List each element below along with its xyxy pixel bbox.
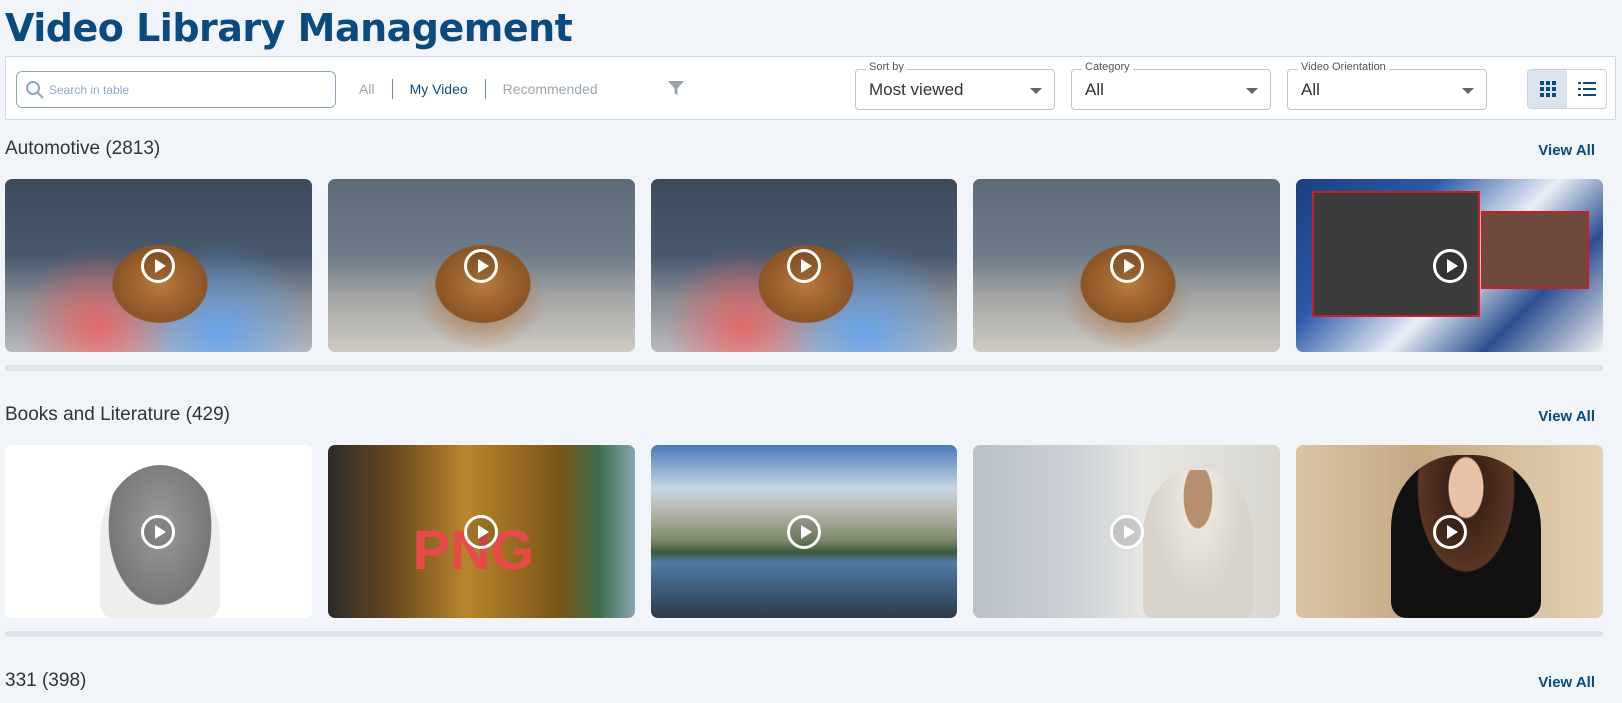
video-row-automotive: [5, 179, 1603, 352]
tab-divider: [391, 79, 393, 99]
video-card[interactable]: [650, 445, 958, 618]
play-icon[interactable]: [1432, 248, 1467, 283]
category-value: All: [1085, 80, 1104, 99]
grid-view-button[interactable]: [1528, 70, 1567, 108]
video-tabs: All My Video Recommended: [359, 77, 598, 101]
video-card[interactable]: [5, 179, 312, 352]
horizontal-scrollbar[interactable]: [5, 365, 1603, 371]
video-card[interactable]: [327, 179, 635, 352]
tab-my-video[interactable]: My Video: [410, 81, 468, 97]
video-row-books: PNG: [5, 445, 1603, 618]
filter-icon[interactable]: [666, 78, 686, 98]
tab-recommended[interactable]: Recommended: [503, 81, 598, 97]
play-icon[interactable]: [464, 248, 499, 283]
category-label: Category: [1082, 61, 1133, 73]
sort-by-select[interactable]: Sort by Most viewed: [855, 61, 1055, 110]
list-icon: [1577, 82, 1596, 96]
chevron-down-icon: [1246, 88, 1258, 94]
chevron-down-icon: [1030, 88, 1042, 94]
view-all-automotive[interactable]: View All: [1538, 142, 1595, 159]
video-card[interactable]: [1296, 445, 1603, 618]
play-icon[interactable]: [141, 514, 176, 549]
section-title-books: Books and Literature (429): [5, 404, 230, 425]
play-icon[interactable]: [464, 514, 499, 549]
video-thumbnail: [1143, 470, 1254, 618]
video-thumbnail: [1481, 211, 1590, 289]
list-view-button[interactable]: [1567, 70, 1606, 108]
page-title: Video Library Management: [5, 6, 573, 50]
orientation-value: All: [1301, 80, 1320, 99]
grid-icon: [1539, 81, 1556, 97]
search-icon: [26, 81, 44, 99]
video-card[interactable]: [1296, 179, 1603, 352]
toolbar: All My Video Recommended Sort by Most vi…: [5, 56, 1616, 120]
sort-by-value: Most viewed: [869, 80, 964, 99]
tab-divider: [484, 79, 486, 99]
video-card[interactable]: [650, 179, 958, 352]
play-icon[interactable]: [786, 248, 821, 283]
video-card[interactable]: PNG: [327, 445, 635, 618]
video-card[interactable]: [973, 179, 1281, 352]
play-icon[interactable]: [141, 248, 176, 283]
view-all-books[interactable]: View All: [1538, 408, 1595, 425]
play-icon[interactable]: [786, 514, 821, 549]
sort-by-label: Sort by: [866, 61, 907, 73]
horizontal-scrollbar[interactable]: [5, 631, 1603, 637]
section-title-331: 331 (398): [5, 670, 87, 691]
play-icon[interactable]: [1109, 514, 1144, 549]
video-card[interactable]: [5, 445, 312, 618]
play-icon[interactable]: [1432, 514, 1467, 549]
view-all-331[interactable]: View All: [1538, 674, 1595, 691]
section-title-automotive: Automotive (2813): [5, 138, 161, 159]
search-input[interactable]: [49, 80, 319, 100]
category-select[interactable]: Category All: [1071, 61, 1271, 110]
search-box[interactable]: [16, 71, 336, 108]
orientation-select[interactable]: Video Orientation All: [1287, 61, 1487, 110]
video-card[interactable]: [973, 445, 1281, 618]
tab-all[interactable]: All: [359, 81, 375, 97]
view-toggle: [1527, 69, 1607, 109]
play-icon[interactable]: [1109, 248, 1144, 283]
orientation-label: Video Orientation: [1298, 61, 1389, 73]
chevron-down-icon: [1462, 88, 1474, 94]
